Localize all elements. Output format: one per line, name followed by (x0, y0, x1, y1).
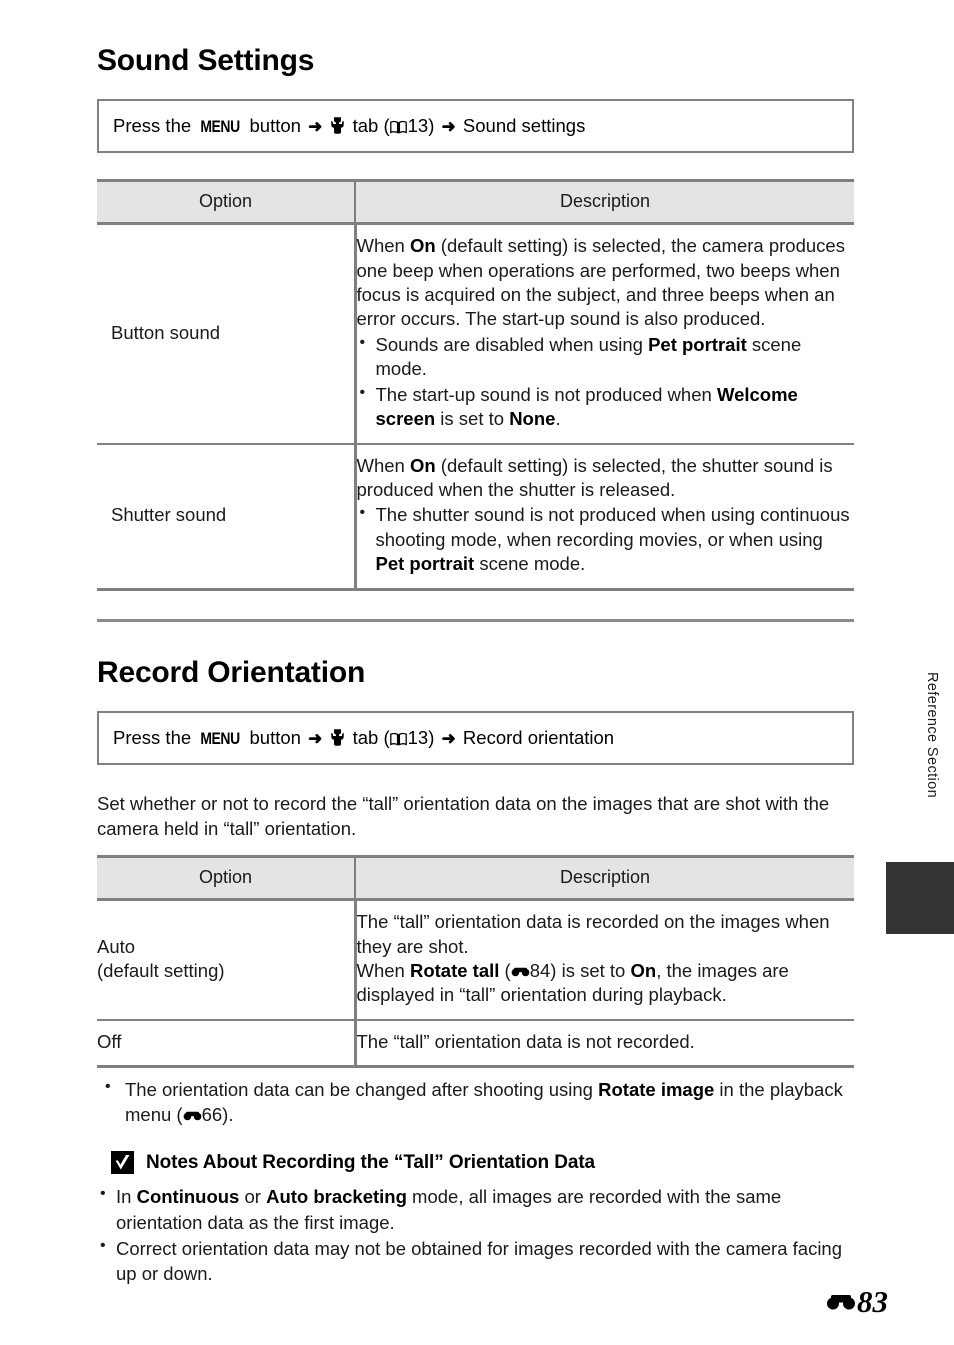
list-item: The shutter sound is not produced when u… (357, 502, 855, 576)
notes-heading: Notes About Recording the “Tall” Orienta… (97, 1151, 854, 1175)
list-item: The start-up sound is not produced when … (357, 382, 855, 432)
list-item: In Continuous or Auto bracketing mode, a… (97, 1183, 854, 1234)
arrow-right-icon: ➜ (308, 728, 323, 748)
description-intro: When On (default setting) is selected, t… (356, 235, 845, 330)
description-intro: When On (default setting) is selected, t… (356, 454, 833, 500)
record-orientation-intro: Set whether or not to record the “tall” … (97, 792, 830, 839)
table-row: Auto (default setting) The “tall” orient… (97, 899, 854, 1021)
option-label: Auto (97, 935, 136, 957)
page-number: 83 (826, 1286, 888, 1317)
menu-button-label: MENU (200, 117, 241, 136)
menu-path-destination: Sound settings (462, 115, 586, 136)
book-icon (389, 120, 407, 134)
table-row: Button sound When On (default setting) i… (97, 223, 855, 445)
reference-section-symbol-icon (826, 1293, 856, 1310)
menu-path-box-record-orientation: Press the MENU button ➜ tab ( 13) ➜ Reco… (97, 710, 854, 765)
arrow-right-icon-2: ➜ (441, 728, 456, 748)
menu-path-tab-word: tab (352, 115, 379, 136)
description-auto: The “tall” orientation data is recorded … (355, 899, 854, 1021)
arrow-right-icon-2: ➜ (441, 117, 456, 136)
list-item: Sounds are disabled when using Pet portr… (357, 332, 855, 382)
notes-title: Notes About Recording the “Tall” Orienta… (146, 1151, 596, 1173)
description-off: The “tall” orientation data is not recor… (355, 1019, 854, 1069)
menu-button-label: MENU (200, 728, 241, 748)
column-header-description: Description (355, 179, 854, 226)
wrench-icon (331, 117, 345, 134)
menu-path-page-ref: 13 (407, 115, 429, 136)
list-item: The orientation data can be changed afte… (97, 1076, 854, 1127)
table-row: Shutter sound When On (default setting) … (97, 443, 855, 591)
menu-path-prefix: Press the (113, 115, 192, 136)
description-bullet-list: Sounds are disabled when using Pet portr… (357, 332, 855, 432)
option-off: Off (97, 1019, 357, 1069)
record-orientation-table: Option Description Auto (default setting… (97, 855, 854, 1069)
wrench-icon (331, 728, 345, 746)
table-header-row: Option Description (97, 179, 854, 226)
description-shutter-sound: When On (default setting) is selected, t… (355, 443, 855, 591)
page-number-value: 83 (857, 1284, 888, 1319)
table-header-row: Option Description (97, 855, 854, 902)
option-button-sound: Button sound (97, 223, 357, 445)
after-table-bullet-list: The orientation data can be changed afte… (97, 1076, 854, 1127)
menu-path-prefix: Press the (113, 726, 192, 748)
document-page: Sound Settings Press the MENU button ➜ t… (0, 0, 954, 1345)
column-header-description: Description (355, 855, 854, 902)
book-icon (389, 732, 407, 746)
menu-path-tab-word: tab (352, 726, 379, 748)
menu-path-destination: Record orientation (462, 726, 615, 748)
option-shutter-sound: Shutter sound (97, 443, 357, 591)
menu-path-page-ref: 13 (407, 726, 429, 748)
menu-path-box-sound-settings: Press the MENU button ➜ tab ( 13) ➜ Soun… (97, 99, 854, 154)
sidebar-tab-marker (886, 862, 954, 934)
option-auto: Auto (default setting) (97, 899, 357, 1021)
menu-path-button-word: button (249, 115, 301, 136)
menu-path-button-word: button (249, 726, 301, 748)
column-header-option: Option (97, 855, 356, 902)
table-row: Off The “tall” orientation data is not r… (97, 1019, 854, 1069)
column-header-option: Option (97, 179, 356, 226)
option-label: Off (97, 1030, 122, 1052)
section-divider (97, 618, 854, 622)
page-title-sound-settings: Sound Settings (97, 44, 315, 77)
description-bullet-list: The shutter sound is not produced when u… (357, 502, 855, 576)
notes-bullet-list: In Continuous or Auto bracketing mode, a… (97, 1183, 854, 1286)
sound-settings-table: Option Description Button sound When On … (97, 179, 855, 591)
sidebar-reference-section-label: Reference Section (924, 672, 940, 799)
page-content: Sound Settings Press the MENU button ➜ t… (97, 44, 854, 1287)
menu-path-close-paren: ) (428, 726, 435, 748)
arrow-right-icon: ➜ (308, 117, 323, 136)
check-box-icon (111, 1151, 134, 1175)
list-item: Correct orientation data may not be obta… (97, 1235, 854, 1286)
page-title-record-orientation: Record Orientation (97, 655, 366, 689)
description-button-sound: When On (default setting) is selected, t… (355, 223, 855, 445)
option-sublabel: (default setting) (97, 959, 225, 981)
menu-path-close-paren: ) (428, 115, 435, 136)
